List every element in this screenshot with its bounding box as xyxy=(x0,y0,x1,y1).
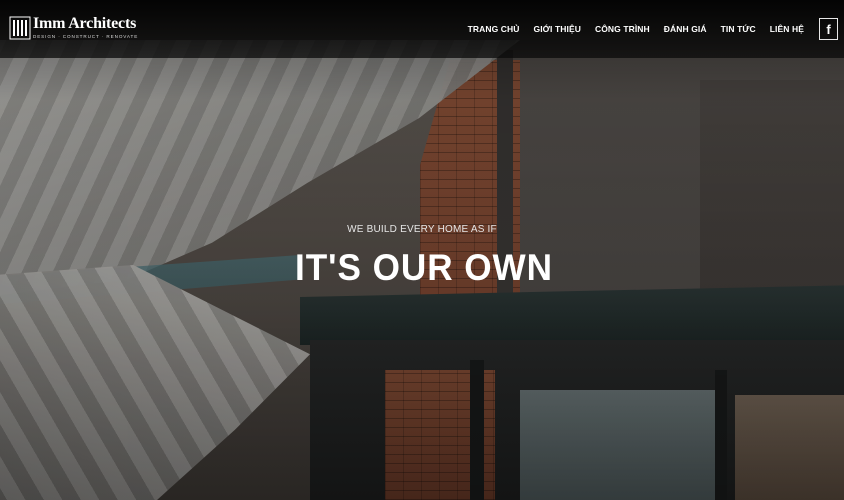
logo-tagline: DESIGN · CONSTRUCT · RENOVATE xyxy=(33,34,139,39)
nav-item-about[interactable]: GIỚI THIỆU xyxy=(534,24,581,34)
facebook-button[interactable]: f xyxy=(819,18,838,40)
nav-item-home[interactable]: TRANG CHỦ xyxy=(468,24,520,34)
nav-item-news[interactable]: TIN TỨC xyxy=(721,24,756,34)
nav-item-contact[interactable]: LIÊN HỆ xyxy=(770,24,804,34)
site-header: Imm Architects DESIGN · CONSTRUCT · RENO… xyxy=(0,0,844,58)
site-logo[interactable]: Imm Architects DESIGN · CONSTRUCT · RENO… xyxy=(9,16,137,44)
logo-name: Imm Architects xyxy=(33,15,137,32)
logo-texts: Imm Architects DESIGN · CONSTRUCT · RENO… xyxy=(33,16,138,40)
logo-mark-icon xyxy=(9,16,31,40)
hero-title: IT'S OUR OWN xyxy=(295,247,553,288)
hero-subtitle: WE BUILD EVERY HOME AS IF xyxy=(347,224,497,235)
nav-item-projects[interactable]: CÔNG TRÌNH xyxy=(595,24,650,34)
nav-item-reviews[interactable]: ĐÁNH GIÁ xyxy=(664,24,707,34)
main-nav: TRANG CHỦ GIỚI THIỆU CÔNG TRÌNH ĐÁNH GIÁ… xyxy=(468,24,804,34)
facebook-icon: f xyxy=(826,21,831,37)
